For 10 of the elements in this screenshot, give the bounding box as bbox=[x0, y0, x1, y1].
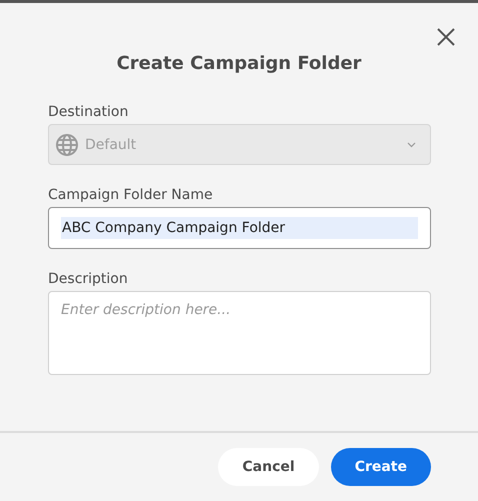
cancel-button[interactable]: Cancel bbox=[218, 448, 319, 486]
field-label: Destination bbox=[48, 104, 130, 120]
create-button[interactable]: Create bbox=[330, 448, 431, 486]
globe-icon bbox=[55, 132, 79, 156]
description-input-field[interactable]: Enter description here... bbox=[48, 291, 431, 375]
field-label: Campaign Folder Name bbox=[48, 187, 214, 203]
dialog-title: Create Campaign Folder bbox=[116, 53, 362, 74]
chevron-down-icon bbox=[407, 142, 416, 148]
field-label: Description bbox=[48, 271, 129, 287]
name-input-field[interactable]: ABC Company Campaign Folder bbox=[48, 207, 431, 249]
